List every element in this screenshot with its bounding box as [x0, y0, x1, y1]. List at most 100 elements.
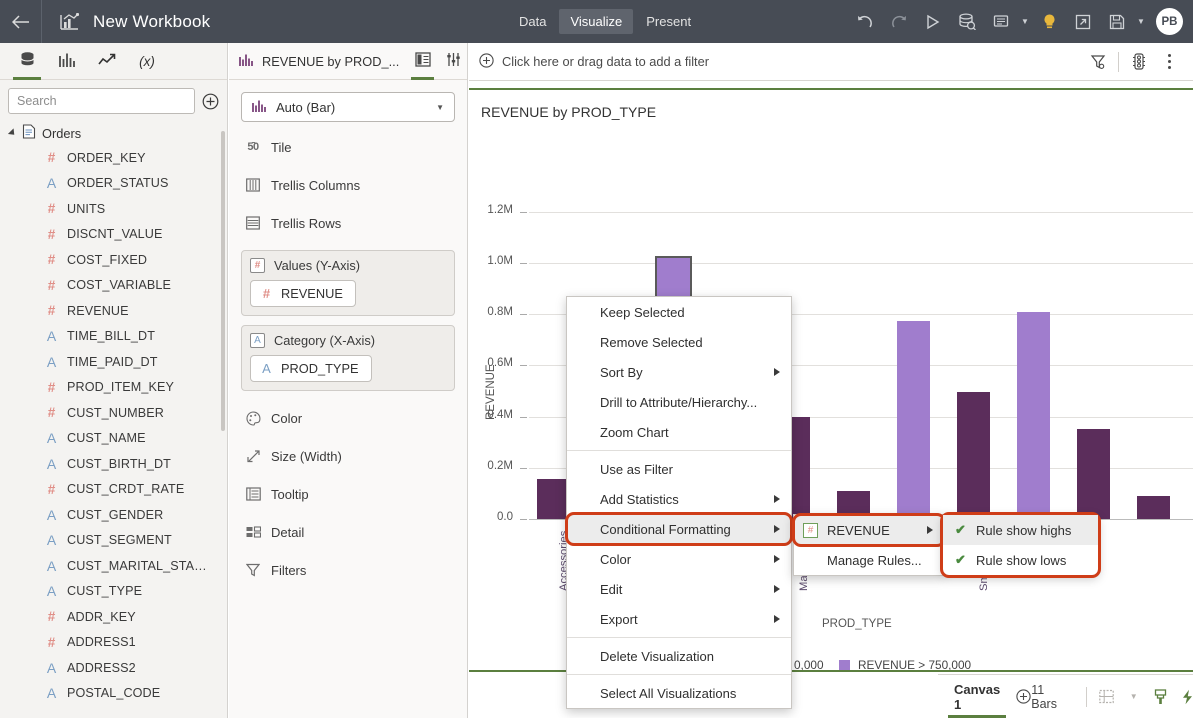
tab-data[interactable]: Data [508, 9, 557, 34]
menu-item[interactable]: Conditional Formatting [565, 512, 793, 546]
shelf-size-width[interactable]: Size (Width) [241, 437, 455, 475]
shelf-filters[interactable]: Filters [241, 551, 455, 589]
field-item[interactable]: A CUST_GENDER [0, 502, 227, 528]
menu-item[interactable]: Zoom Chart [567, 417, 791, 447]
plus-circle-icon[interactable] [479, 52, 494, 71]
redo-icon[interactable] [882, 0, 916, 43]
tab-visualizations[interactable] [48, 43, 86, 79]
chevron-down-icon[interactable]: ▼ [436, 103, 444, 112]
grid-layout-icon[interactable] [1095, 684, 1119, 710]
shelf-color[interactable]: Color [241, 399, 455, 437]
more-options-icon[interactable] [1155, 48, 1183, 76]
pill-revenue[interactable]: # REVENUE [250, 280, 356, 307]
context-menu[interactable]: Keep Selected Remove Selected Sort By Drill… [565, 296, 793, 709]
undo-icon[interactable] [848, 0, 882, 43]
traffic-light-icon[interactable] [1125, 48, 1153, 76]
field-item[interactable]: # COST_VARIABLE [0, 273, 227, 299]
paintbrush-icon[interactable] [1149, 684, 1173, 710]
pill-prod-type[interactable]: A PROD_TYPE [250, 355, 372, 382]
scrollbar-thumb[interactable] [221, 131, 225, 431]
shelf-tooltip[interactable]: Tooltip [241, 475, 455, 513]
field-item[interactable]: # ADDR_KEY [0, 604, 227, 630]
menu-item[interactable]: Sort By [567, 357, 791, 387]
field-item[interactable]: # COST_FIXED [0, 247, 227, 273]
field-item[interactable]: # ADDRESS1 [0, 630, 227, 656]
chart-bar[interactable] [1076, 429, 1110, 519]
shelf-trellis-rows[interactable]: Trellis Rows [241, 204, 455, 242]
tab-visualize[interactable]: Visualize [559, 9, 634, 34]
rule-menu-item[interactable]: ✔ Rule show highs [943, 515, 1098, 545]
shelf-tile[interactable]: 5̄0 Tile [241, 128, 455, 166]
field-item[interactable]: # REVENUE [0, 298, 227, 324]
play-icon[interactable] [916, 0, 950, 43]
field-item[interactable]: A CUST_SEGMENT [0, 528, 227, 554]
data-refresh-icon[interactable] [950, 0, 984, 43]
menu-item[interactable]: Select All Visualizations [567, 678, 791, 708]
chart-bar[interactable] [1136, 495, 1170, 519]
menu-item[interactable]: Add Statistics [567, 484, 791, 514]
add-dataset-icon[interactable] [201, 92, 219, 110]
field-item[interactable]: # CUST_NUMBER [0, 400, 227, 426]
submenu-item[interactable]: # REVENUE [792, 513, 946, 547]
filter-funnel-icon[interactable] [1084, 48, 1112, 76]
add-canvas-icon[interactable] [1016, 683, 1031, 711]
field-item[interactable]: A CUST_TYPE [0, 579, 227, 605]
chart-bar[interactable] [536, 479, 570, 519]
menu-item[interactable]: Edit [567, 574, 791, 604]
shelf-detail[interactable]: Detail [241, 513, 455, 551]
field-item[interactable]: # CUST_CRDT_RATE [0, 477, 227, 503]
dataset-node-orders[interactable]: Orders [0, 121, 227, 145]
insights-bulb-icon[interactable] [1032, 0, 1066, 43]
filter-bar[interactable]: Click here or drag data to add a filter [469, 43, 1193, 81]
chevron-down-icon[interactable]: ▼ [1122, 684, 1146, 710]
chart-bar[interactable] [896, 320, 930, 519]
revenue-rules-submenu[interactable]: ✔ Rule show highs ✔ Rule show lows [940, 512, 1101, 578]
menu-item[interactable]: Export [567, 604, 791, 634]
tab-present[interactable]: Present [635, 9, 702, 34]
field-item[interactable]: A TIME_BILL_DT [0, 324, 227, 350]
rule-menu-item[interactable]: ✔ Rule show lows [943, 545, 1098, 575]
dropzone-values-y-axis[interactable]: # Values (Y-Axis) # REVENUE [241, 250, 455, 316]
conditional-formatting-submenu[interactable]: # REVENUE Manage Rules... [792, 513, 946, 576]
comments-chevron-down-icon[interactable]: ▼ [1018, 0, 1032, 43]
field-item[interactable]: A ADDRESS2 [0, 655, 227, 681]
field-item[interactable]: A ORDER_STATUS [0, 171, 227, 197]
avatar[interactable]: PB [1156, 8, 1183, 35]
field-item[interactable]: A CUST_NAME [0, 426, 227, 452]
menu-item[interactable]: Remove Selected [567, 327, 791, 357]
field-item[interactable]: A CUST_MARITAL_STA… [0, 553, 227, 579]
menu-item[interactable]: Keep Selected [567, 297, 791, 327]
tab-data-sources[interactable] [8, 43, 46, 80]
field-item[interactable]: A TIME_PAID_DT [0, 349, 227, 375]
field-item[interactable]: A CUST_BIRTH_DT [0, 451, 227, 477]
search-input[interactable] [8, 88, 195, 114]
shelf-trellis-columns[interactable]: Trellis Columns [241, 166, 455, 204]
field-item[interactable]: # ORDER_KEY [0, 145, 227, 171]
canvas-tab[interactable]: Canvas 1 [948, 675, 1007, 718]
save-icon[interactable] [1100, 0, 1134, 43]
field-item[interactable]: # UNITS [0, 196, 227, 222]
comments-icon[interactable] [984, 0, 1018, 43]
viz-type-select[interactable]: Auto (Bar) ▼ [241, 92, 455, 122]
viz-title-tab[interactable]: REVENUE by PROD_... [239, 53, 405, 70]
menu-item[interactable]: Delete Visualization [567, 641, 791, 671]
field-item[interactable]: A POSTAL_CODE [0, 681, 227, 707]
menu-item[interactable]: Color [567, 544, 791, 574]
back-button[interactable] [0, 0, 42, 43]
tab-settings[interactable] [440, 43, 467, 79]
chart-bar[interactable] [1016, 311, 1050, 519]
tab-analytics[interactable] [88, 43, 126, 79]
expand-triangle-icon[interactable] [7, 128, 18, 138]
submenu-item[interactable]: Manage Rules... [794, 545, 944, 575]
save-chevron-down-icon[interactable]: ▼ [1134, 0, 1148, 43]
dropzone-category-x-axis[interactable]: A Category (X-Axis) A PROD_TYPE [241, 325, 455, 391]
chart-bar[interactable] [956, 392, 990, 519]
share-export-icon[interactable] [1066, 0, 1100, 43]
tab-properties[interactable] [409, 43, 436, 80]
menu-item[interactable]: Use as Filter [567, 454, 791, 484]
field-item[interactable]: # PROD_ITEM_KEY [0, 375, 227, 401]
lightning-icon[interactable] [1175, 684, 1193, 710]
menu-item[interactable]: Drill to Attribute/Hierarchy... [567, 387, 791, 417]
field-item[interactable]: # DISCNT_VALUE [0, 222, 227, 248]
tab-calculations[interactable]: (x) [128, 43, 166, 79]
